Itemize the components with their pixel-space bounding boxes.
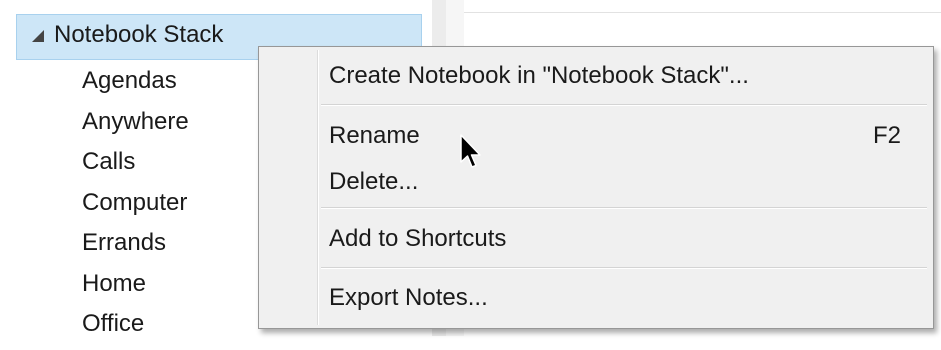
menu-item-rename[interactable]: Rename (329, 122, 420, 150)
menu-item-add-to-shortcuts[interactable]: Add to Shortcuts (329, 225, 506, 253)
notebook-stack-label[interactable]: Notebook Stack (54, 21, 223, 49)
pane-divider-line (464, 12, 941, 13)
menu-gutter-highlight (318, 50, 319, 325)
context-menu: Create Notebook in "Notebook Stack"... R… (258, 46, 934, 329)
menu-separator-highlight (321, 208, 927, 209)
menu-item-delete[interactable]: Delete... (329, 168, 418, 196)
notebook-item-anywhere[interactable]: Anywhere (82, 107, 189, 148)
notebook-item-office[interactable]: Office (82, 309, 189, 350)
mouse-pointer-icon (460, 134, 481, 168)
menu-item-export-notes[interactable]: Export Notes... (329, 284, 488, 312)
notebook-item-errands[interactable]: Errands (82, 228, 189, 269)
notebook-item-home[interactable]: Home (82, 269, 189, 310)
notebook-item-calls[interactable]: Calls (82, 147, 189, 188)
menu-separator-highlight (321, 105, 927, 106)
expanded-triangle-icon[interactable] (32, 30, 44, 42)
menu-separator-highlight (321, 268, 927, 269)
notebook-item-computer[interactable]: Computer (82, 188, 189, 229)
rename-shortcut-key: F2 (873, 122, 902, 149)
menu-item-create-notebook[interactable]: Create Notebook in "Notebook Stack"... (329, 62, 749, 90)
notebook-list: Agendas Anywhere Calls Computer Errands … (82, 66, 189, 350)
notebook-item-agendas[interactable]: Agendas (82, 66, 189, 107)
